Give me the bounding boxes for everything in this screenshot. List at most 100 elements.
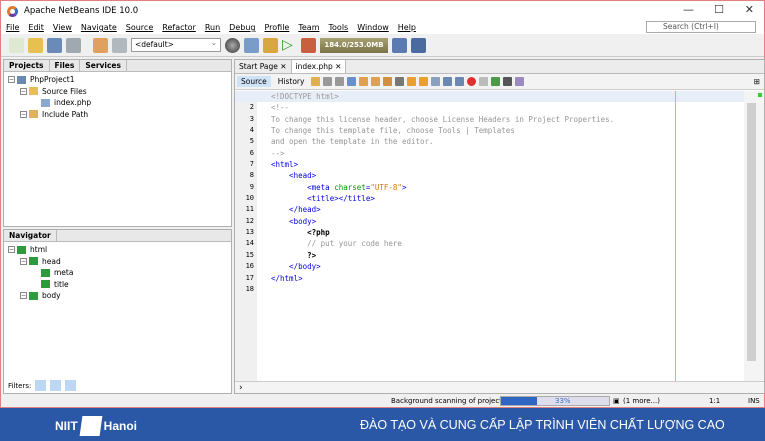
menu-navigate[interactable]: Navigate bbox=[81, 23, 117, 32]
tab-index-php[interactable]: index.php ✕ bbox=[291, 60, 347, 73]
menu-source[interactable]: Source bbox=[126, 23, 153, 32]
logo-square-icon bbox=[79, 416, 103, 436]
code-line: <?php bbox=[271, 228, 330, 238]
open-project-icon[interactable] bbox=[47, 37, 62, 53]
tree-item[interactable]: − PhpProject1 bbox=[8, 74, 227, 86]
toggle-bookmark-icon[interactable] bbox=[431, 77, 441, 86]
menu-edit[interactable]: Edit bbox=[28, 23, 44, 32]
uncomment-icon[interactable] bbox=[503, 77, 513, 86]
tree-item-label: index.php bbox=[54, 98, 92, 107]
line-number: 5 bbox=[249, 137, 254, 146]
source-button[interactable]: Source bbox=[237, 76, 271, 87]
node-icon bbox=[29, 87, 38, 96]
niit-logo: NIIT Hanoi bbox=[55, 416, 137, 436]
tab-services[interactable]: Services bbox=[80, 59, 127, 72]
node-icon bbox=[41, 268, 50, 277]
record-macro-icon[interactable] bbox=[467, 77, 477, 86]
maximize-button[interactable]: ☐ bbox=[714, 3, 724, 16]
shift-right-icon[interactable] bbox=[455, 77, 465, 86]
clean-build-icon[interactable] bbox=[263, 37, 278, 53]
node-icon bbox=[41, 280, 50, 289]
split-icon[interactable]: ⊞ bbox=[754, 77, 760, 86]
forward-icon[interactable] bbox=[335, 77, 345, 86]
toggle-selection-icon[interactable] bbox=[395, 77, 405, 86]
tree-item[interactable]: − html bbox=[8, 244, 227, 256]
profile-icon[interactable] bbox=[392, 37, 407, 53]
search-input[interactable]: Search (Ctrl+I) bbox=[646, 21, 756, 33]
shift-left-icon[interactable] bbox=[443, 77, 453, 86]
comment-icon[interactable] bbox=[491, 77, 501, 86]
cancel-task-icon[interactable]: ▣ bbox=[613, 397, 620, 405]
prev-bookmark-icon[interactable] bbox=[407, 77, 417, 86]
menu-file[interactable]: File bbox=[6, 23, 19, 32]
history-button[interactable]: History bbox=[274, 76, 309, 87]
line-number: 9 bbox=[249, 182, 254, 191]
tree-item[interactable]: − Source Files bbox=[8, 86, 227, 98]
undo-icon[interactable] bbox=[93, 37, 108, 53]
menu-team[interactable]: Team bbox=[298, 23, 319, 32]
stop-macro-icon[interactable] bbox=[479, 77, 489, 86]
menu-view[interactable]: View bbox=[53, 23, 72, 32]
line-number: 18 bbox=[245, 284, 254, 293]
last-edit-icon[interactable] bbox=[311, 77, 321, 86]
line-number: 17 bbox=[245, 273, 254, 282]
tree-item-label: head bbox=[42, 256, 61, 266]
menu-tools[interactable]: Tools bbox=[329, 23, 349, 32]
browser-icon[interactable] bbox=[225, 37, 240, 53]
menu-profile[interactable]: Profile bbox=[264, 23, 289, 32]
line-number: 6 bbox=[249, 148, 254, 157]
debug-icon[interactable] bbox=[301, 37, 316, 53]
menu-run[interactable]: Run bbox=[205, 23, 220, 32]
find-icon[interactable] bbox=[347, 77, 357, 86]
line-number: 10 bbox=[245, 194, 254, 203]
tree-item-label: PhpProject1 bbox=[30, 75, 75, 84]
run-icon[interactable]: ▷ bbox=[282, 37, 297, 53]
menu-help[interactable]: Help bbox=[398, 23, 416, 32]
close-button[interactable]: ✕ bbox=[745, 3, 754, 16]
navigator-panel: Navigator − html − head meta title − body Filte… bbox=[3, 229, 232, 394]
code-line: To change this license header, choose Li… bbox=[271, 114, 615, 124]
tree-item[interactable]: − Include Path bbox=[8, 109, 227, 121]
memory-indicator[interactable]: 184.0/253.0MB bbox=[320, 37, 388, 53]
code-area[interactable]: <!DOCTYPE html> <!-- To change this licens… bbox=[271, 91, 614, 295]
more-tasks-link[interactable]: (1 more...) bbox=[623, 397, 660, 405]
navigator-title: Navigator bbox=[4, 229, 57, 242]
tree-item[interactable]: − body bbox=[8, 290, 227, 302]
editor-scrollbar[interactable] bbox=[744, 91, 764, 383]
tree-item-label: Source Files bbox=[42, 86, 87, 96]
menu-refactor[interactable]: Refactor bbox=[162, 23, 196, 32]
menu-debug[interactable]: Debug bbox=[229, 23, 255, 32]
filter-static-icon[interactable] bbox=[65, 380, 77, 391]
tab-start-page[interactable]: Start Page ✕ bbox=[235, 60, 292, 73]
redo-icon[interactable] bbox=[112, 37, 127, 53]
build-icon[interactable] bbox=[244, 37, 259, 53]
scan-status: Background scanning of projects... bbox=[391, 397, 513, 405]
filter-inherited-icon[interactable] bbox=[50, 380, 62, 391]
filters-label: Filters: bbox=[8, 381, 32, 390]
node-icon bbox=[17, 75, 26, 84]
tab-projects[interactable]: Projects bbox=[4, 59, 50, 72]
filter-fields-icon[interactable] bbox=[35, 380, 47, 391]
new-file-icon[interactable] bbox=[9, 37, 24, 53]
tree-item[interactable]: meta bbox=[8, 267, 227, 279]
tree-item[interactable]: − head bbox=[8, 256, 227, 268]
code-line: </head> bbox=[271, 205, 321, 215]
new-project-icon[interactable] bbox=[28, 37, 43, 53]
save-all-icon[interactable] bbox=[66, 37, 81, 53]
database-icon[interactable] bbox=[515, 77, 525, 86]
find-previous-icon[interactable] bbox=[359, 77, 369, 86]
back-icon[interactable] bbox=[323, 77, 333, 86]
config-select[interactable]: <default> bbox=[131, 37, 221, 52]
next-bookmark-icon[interactable] bbox=[419, 77, 429, 86]
minimize-button[interactable]: — bbox=[683, 3, 694, 16]
tree-item[interactable]: title bbox=[8, 279, 227, 291]
tab-files[interactable]: Files bbox=[50, 59, 81, 72]
output-expand-icon[interactable]: › bbox=[235, 381, 764, 393]
line-number: 13 bbox=[245, 228, 254, 237]
toggle-highlight-icon[interactable] bbox=[383, 77, 393, 86]
profile-project-icon[interactable] bbox=[411, 37, 426, 53]
line-number: 7 bbox=[249, 160, 254, 169]
tree-item[interactable]: index.php bbox=[8, 97, 227, 109]
find-next-icon[interactable] bbox=[371, 77, 381, 86]
menu-window[interactable]: Window bbox=[357, 23, 389, 32]
